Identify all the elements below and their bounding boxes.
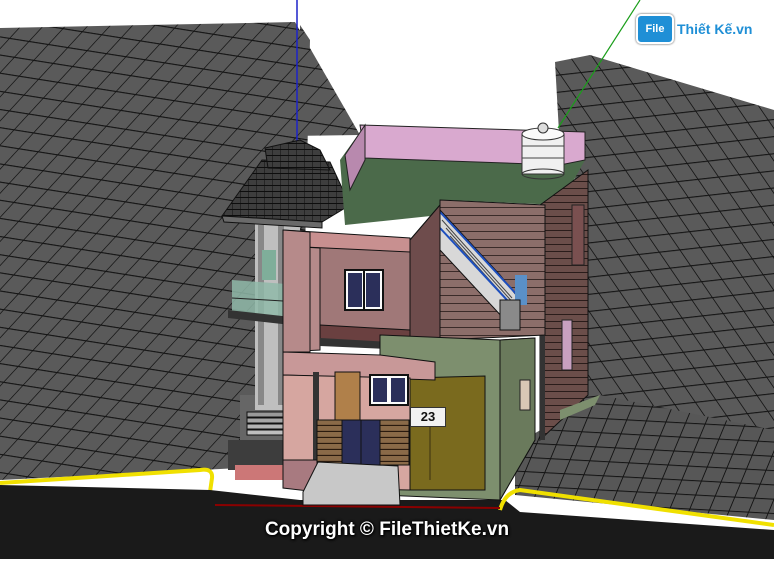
front-door [334,371,361,423]
logo-wordmark: Thiết Kế.vn [677,21,753,37]
wooden-gate [316,419,410,466]
entrance-stairs [246,411,288,436]
house-number-plate: 23 [410,407,446,427]
garage-door [409,375,486,491]
driveway-ramp [302,461,401,506]
copyright-watermark: Copyright © FileThietKe.vn [264,519,510,540]
water-tank [521,122,565,180]
house-3d-model-render [0,0,774,559]
ground-window [369,374,409,406]
logo-badge: File [636,14,674,44]
upper-window [344,269,384,311]
sketchup-viewport: 23 File Thiết Kế.vn Copyright © FileThie… [0,0,774,559]
filethietke-logo: File Thiết Kế.vn [636,14,752,44]
